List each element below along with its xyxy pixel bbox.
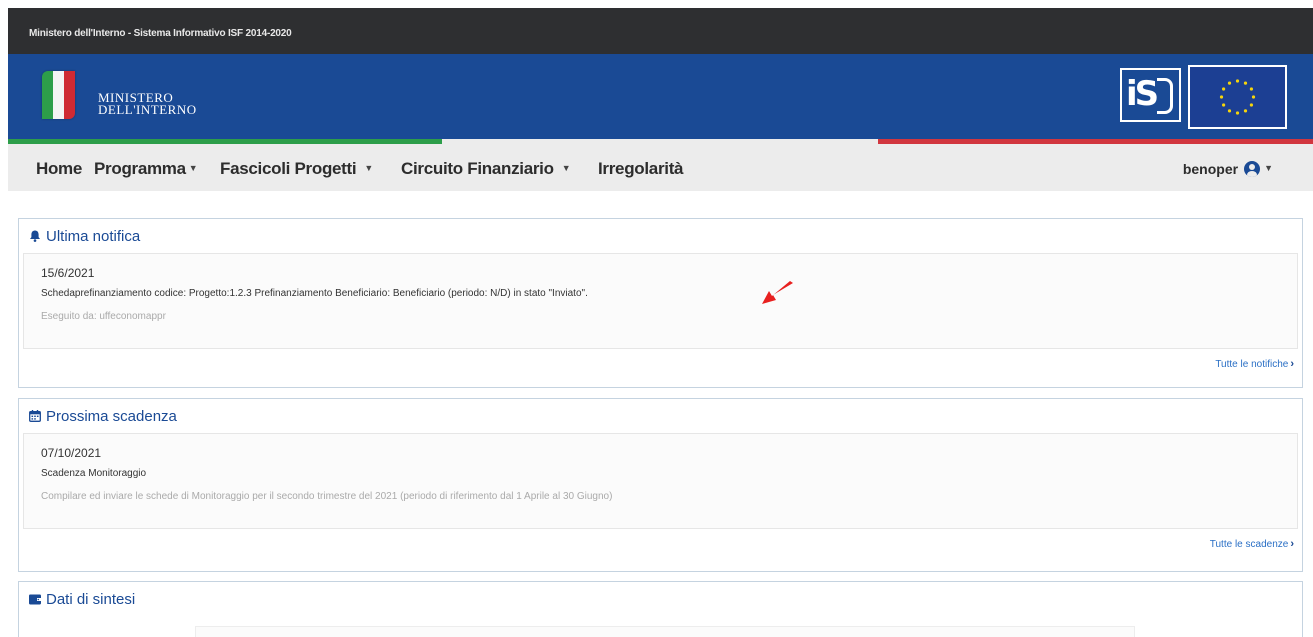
eu-stars-icon: [1219, 79, 1256, 115]
ministry-name[interactable]: MINISTERO DELL'INTERNO: [98, 91, 197, 117]
card-title: Ultima notifica: [46, 228, 141, 245]
caret-down-icon: ▼: [561, 163, 571, 173]
card-body: 07/10/2021 Scadenza Monitoraggio Compila…: [23, 433, 1298, 529]
card-header: Ultima notifica: [19, 219, 1302, 253]
wallet-icon: [29, 594, 41, 605]
notification-author: Eseguito da: uffeconomappr: [41, 311, 166, 322]
summary-panel: [195, 626, 1135, 637]
ministry-line-2: DELL'INTERNO: [98, 102, 197, 117]
top-bar: Ministero dell'Interno - Sistema Informa…: [8, 8, 1313, 54]
card-ultima-notifica: Ultima notifica 15/6/2021 Schedaprefinan…: [18, 218, 1303, 388]
caret-down-icon: ▼: [1264, 163, 1273, 173]
card-title: Dati di sintesi: [46, 591, 136, 608]
card-title: Prossima scadenza: [46, 408, 177, 425]
isf-logo-text: iS: [1126, 74, 1159, 114]
all-deadlines-link[interactable]: Tutte le scadenze ›: [1210, 538, 1294, 550]
user-circle-icon: [1244, 161, 1261, 177]
caret-down-icon: ▼: [364, 163, 373, 173]
all-notifications-link[interactable]: Tutte le notifiche ›: [1215, 358, 1294, 370]
header-banner: MINISTERO DELL'INTERNO iS: [8, 54, 1313, 139]
calendar-icon: [29, 410, 41, 422]
card-header: Prossima scadenza: [19, 399, 1302, 433]
deadline-description: Compilare ed inviare le schede di Monito…: [41, 491, 613, 502]
card-header: Dati di sintesi: [19, 582, 1302, 616]
deadline-title: Scadenza Monitoraggio: [41, 468, 147, 479]
nav-fascicoli-progetti[interactable]: Fascicoli Progetti ▼: [220, 159, 373, 179]
card-dati-di-sintesi: Dati di sintesi: [18, 581, 1303, 637]
user-menu[interactable]: benoper ▼: [1183, 161, 1273, 177]
card-footer: Tutte le notifiche ›: [19, 349, 1302, 379]
bell-icon: [30, 230, 40, 242]
page: Ministero dell'Interno - Sistema Informa…: [0, 0, 1313, 637]
system-title: Ministero dell'Interno - Sistema Informa…: [29, 28, 292, 39]
eu-flag-logo[interactable]: [1188, 65, 1287, 129]
notification-date: 15/6/2021: [41, 266, 95, 280]
main-navbar: Home Programma ▼ Fascicoli Progetti ▼ Circ…: [8, 144, 1313, 191]
nav-home[interactable]: Home: [36, 159, 82, 179]
caret-down-icon: ▼: [188, 163, 198, 173]
notification-text: Schedaprefinanziamento codice: Progetto:…: [41, 288, 588, 299]
chevron-right-icon: ›: [1290, 538, 1294, 550]
isf-logo[interactable]: iS: [1120, 68, 1181, 122]
red-arrow-icon: [762, 281, 793, 304]
nav-irregolarita[interactable]: Irregolarità: [598, 159, 684, 179]
username: benoper: [1182, 161, 1239, 177]
card-body: 15/6/2021 Schedaprefinanziamento codice:…: [23, 253, 1298, 349]
deadline-date: 07/10/2021: [41, 446, 102, 460]
nav-programma[interactable]: Programma ▼: [94, 159, 198, 179]
isf-logo-arc: [1157, 78, 1173, 114]
card-footer: Tutte le scadenze ›: [19, 529, 1302, 559]
nav-circuito-finanziario[interactable]: Circuito Finanziario ▼: [401, 159, 571, 179]
italy-flag-logo[interactable]: [42, 71, 75, 119]
chevron-right-icon: ›: [1290, 358, 1294, 370]
card-prossima-scadenza: Prossima scadenza 07/10/2021 Scadenza Mo…: [18, 398, 1303, 572]
